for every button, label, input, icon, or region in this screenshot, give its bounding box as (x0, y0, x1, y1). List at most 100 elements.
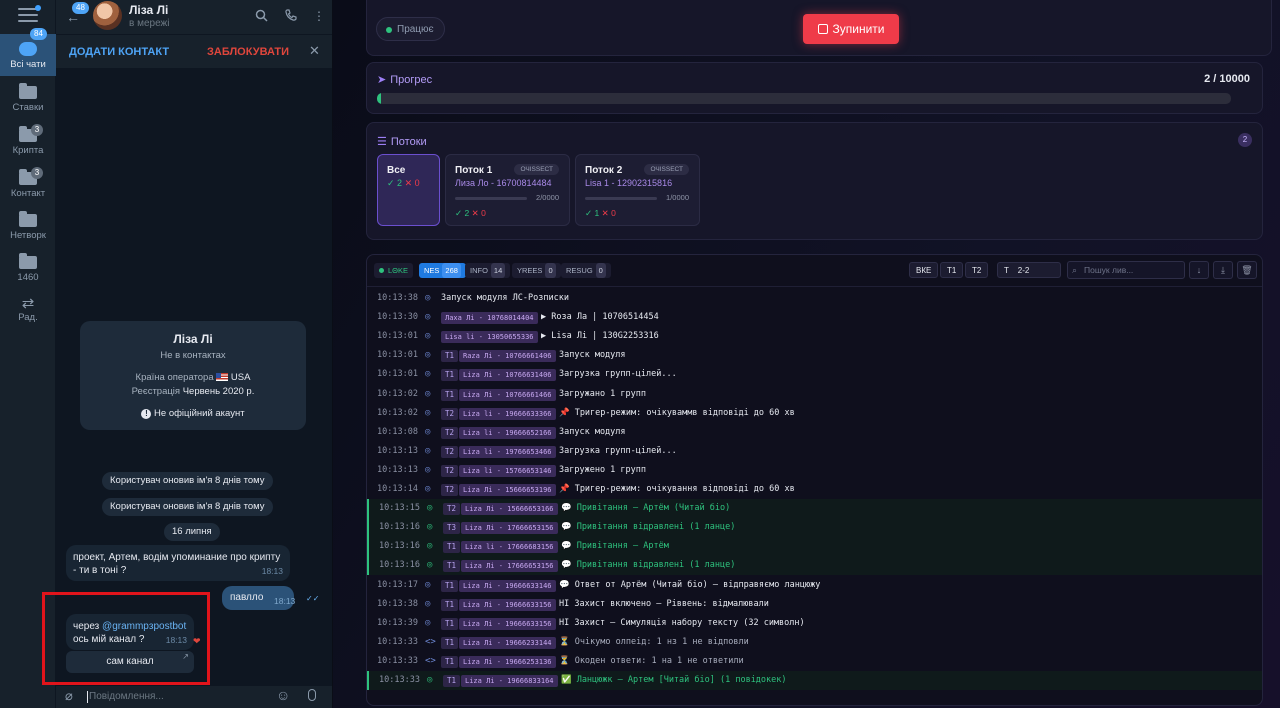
message-time: 18:13 (274, 596, 296, 606)
log-timestamp: 10:13:17 (377, 579, 418, 590)
log-thread-tag: T1 (443, 560, 461, 573)
close-icon[interactable]: ✕ (309, 43, 320, 59)
search-icon[interactable] (255, 9, 268, 25)
folder-network[interactable]: Нетворк (0, 211, 56, 241)
success-count: ✓ 2 (455, 208, 470, 218)
avatar[interactable] (93, 1, 122, 30)
add-contact-button[interactable]: ДОДАТИ КОНТАКТ (69, 46, 169, 58)
incoming-message[interactable]: проект, Артем, водім упоминание про крип… (66, 545, 290, 581)
log-row: 10:13:33 <> T1 Liza Лі - 19666233144 ⏳ Очіку… (367, 633, 1262, 652)
screen: 84 Всі чати Ставки 3 Крипта 3 Контакт Не… (0, 0, 1280, 708)
thread-card-1[interactable]: Поток 1 ОЧІЅЅЕСТ Лиза Ло - 16700814484 2… (445, 154, 570, 226)
thread-card-all[interactable]: Все ✓ 2 ✕ 0 (377, 154, 440, 226)
log-search-input[interactable]: ⌕ Пошук лив... (1067, 261, 1185, 279)
log-account-tag: Liza Лі - 15666653166 (461, 503, 558, 516)
registration-value: Червень 2020 р. (182, 386, 255, 397)
log-account-tag: Liza li - 15766653146 (459, 464, 556, 477)
folder-contact[interactable]: 3 Контакт (0, 167, 56, 199)
log-row: 10:13:17 ◎ T1 Liza Лі - 19666633146 💬 Ответ … (367, 576, 1262, 595)
outgoing-message[interactable]: павлло 18:13 (222, 586, 296, 610)
threads-title-text: Потоки (390, 136, 427, 148)
message-input[interactable]: Повідомлення... (89, 691, 164, 702)
trash-icon[interactable]: 🗑 (1237, 261, 1257, 279)
log-thread-tag: T2 (441, 426, 459, 439)
folder-label: Всі чати (10, 59, 46, 70)
chat-bubbles-icon (19, 42, 37, 56)
log-timestamp: 10:13:33 (377, 655, 418, 666)
folder-all-chats[interactable]: 84 Всі чати (0, 28, 56, 76)
threads-panel: ☰ Потоки 2 Все ✓ 2 ✕ 0 Поток 1 ОЧІЅЅЕСТ Л… (366, 122, 1263, 240)
log-timestamp: 10:13:30 (377, 312, 418, 323)
log-message: ▶ Lisa Лі | 130G2253316 (541, 331, 659, 342)
phone-icon[interactable] (285, 9, 297, 24)
unofficial-label: Не офіційний акаунт (154, 408, 245, 419)
success-icon: ◎ (427, 503, 433, 514)
log-message: ✅ Ланцюжк – Артем [Читай біо] (1 повідок… (561, 675, 787, 685)
log-timestamp: 10:13:01 (377, 369, 418, 380)
log-account-tag: Liza li - 19766653466 (459, 445, 556, 458)
stop-button[interactable]: Зупинити (803, 14, 899, 44)
log-message: 📌 Тригер-режим: очікування відповіді до … (559, 484, 795, 494)
log-timestamp: 10:13:16 (379, 560, 420, 571)
thread-progress-bar (455, 197, 527, 200)
scroll-down-icon[interactable]: ↓ (1189, 261, 1209, 279)
log-row: 10:13:38 ◎ T1 Liza Лі - 19666633156 HI Захис… (367, 595, 1262, 614)
log-row: 10:13:16 ◎ T3 Liza Лі - 17666653156 💬 Привіт… (367, 518, 1262, 538)
download-icon[interactable]: ⤓ (1213, 261, 1233, 279)
filter-chip-info[interactable]: INFO 14 (465, 263, 511, 278)
block-button[interactable]: ЗАБЛОКУВАТИ (207, 46, 289, 58)
log-thread-tag: T1 (441, 388, 459, 401)
log-timestamp: 10:13:33 (377, 636, 418, 647)
log-thread-tag: T1 (443, 675, 461, 687)
success-icon: ◎ (427, 675, 433, 685)
log-timestamp: 10:13:15 (379, 503, 420, 514)
log-message: HI Захист включено – Ріввень: відмалювал… (559, 598, 769, 609)
info-icon: ◎ (425, 369, 431, 380)
info-icon: ◎ (425, 407, 431, 418)
online-status: в мережі (129, 18, 170, 29)
folder-bets[interactable]: Ставки (0, 83, 56, 113)
log-timestamp: 10:13:02 (377, 407, 418, 418)
status-badge: Працює (376, 17, 445, 41)
service-message: Користувач оновив ім'я 8 днів тому (102, 472, 273, 490)
message-text: проект, Артем, водім упоминание про крип… (73, 552, 281, 576)
highlight-frame (42, 592, 210, 685)
log-message: ▶ Roза Ла | 10706514454 (541, 312, 659, 323)
log-account-tag: Raza Лі - 10766661406 (459, 350, 556, 363)
log-timestamp: 10:13:13 (377, 445, 418, 456)
emoji-icon[interactable]: ☺ (276, 687, 290, 703)
log-thread-tag: T1 (443, 541, 461, 554)
attach-icon[interactable]: ⌀ (65, 688, 73, 704)
folder-rad[interactable]: ⇄ Рад. (0, 296, 56, 324)
filter-label: RESUG (566, 266, 593, 275)
microphone-icon[interactable] (308, 689, 316, 701)
send-icon: ➤ (377, 74, 387, 86)
thread-filter-t1[interactable]: T1 (940, 262, 964, 278)
folder-label: Нетворк (10, 230, 46, 241)
info-icon: ◎ (425, 331, 431, 342)
log-message: Загружено 1 групп (559, 464, 646, 475)
log-thread-tag: T1 (441, 636, 459, 649)
chat-header: ← 48 Ліза Лі в мережі ⋮ (56, 0, 332, 34)
more-vertical-icon[interactable]: ⋮ (313, 9, 325, 23)
filter-chip-yrees[interactable]: YREES 0 (512, 263, 561, 278)
unread-count-badge: 48 (72, 2, 89, 14)
search-icon: ⌕ (1072, 265, 1078, 275)
filter-count: 268 (442, 263, 461, 278)
folder-crypto[interactable]: 3 Крипта (0, 124, 56, 156)
contact-info-card: Ліза Лі Не в контактах Країна оператора … (80, 321, 306, 430)
control-panel: Працює Зупинити (366, 0, 1272, 56)
filter-chip-resug[interactable]: RESUG 0 (561, 263, 611, 278)
range-select[interactable]: T 2-2 (997, 262, 1061, 278)
thread-card-2[interactable]: Поток 2 ОЧІЅЅЕСТ Lisa 1 - 12902315816 1/… (575, 154, 700, 226)
folder-1460[interactable]: 1460 (0, 253, 56, 283)
contact-name[interactable]: Ліза Лі (129, 3, 168, 17)
operator-label: Країна оператора (135, 372, 214, 383)
thread-filter-t2[interactable]: T2 (965, 262, 989, 278)
log-timestamp: 10:13:16 (379, 522, 420, 533)
progress-fill (377, 93, 382, 104)
thread-filter-all[interactable]: ВКЕ (909, 262, 939, 278)
filter-chip-nes[interactable]: NES 268 (419, 263, 466, 278)
thread-status-tag: ОЧІЅЅЕСТ (514, 164, 559, 175)
menu-icon[interactable] (18, 5, 41, 24)
